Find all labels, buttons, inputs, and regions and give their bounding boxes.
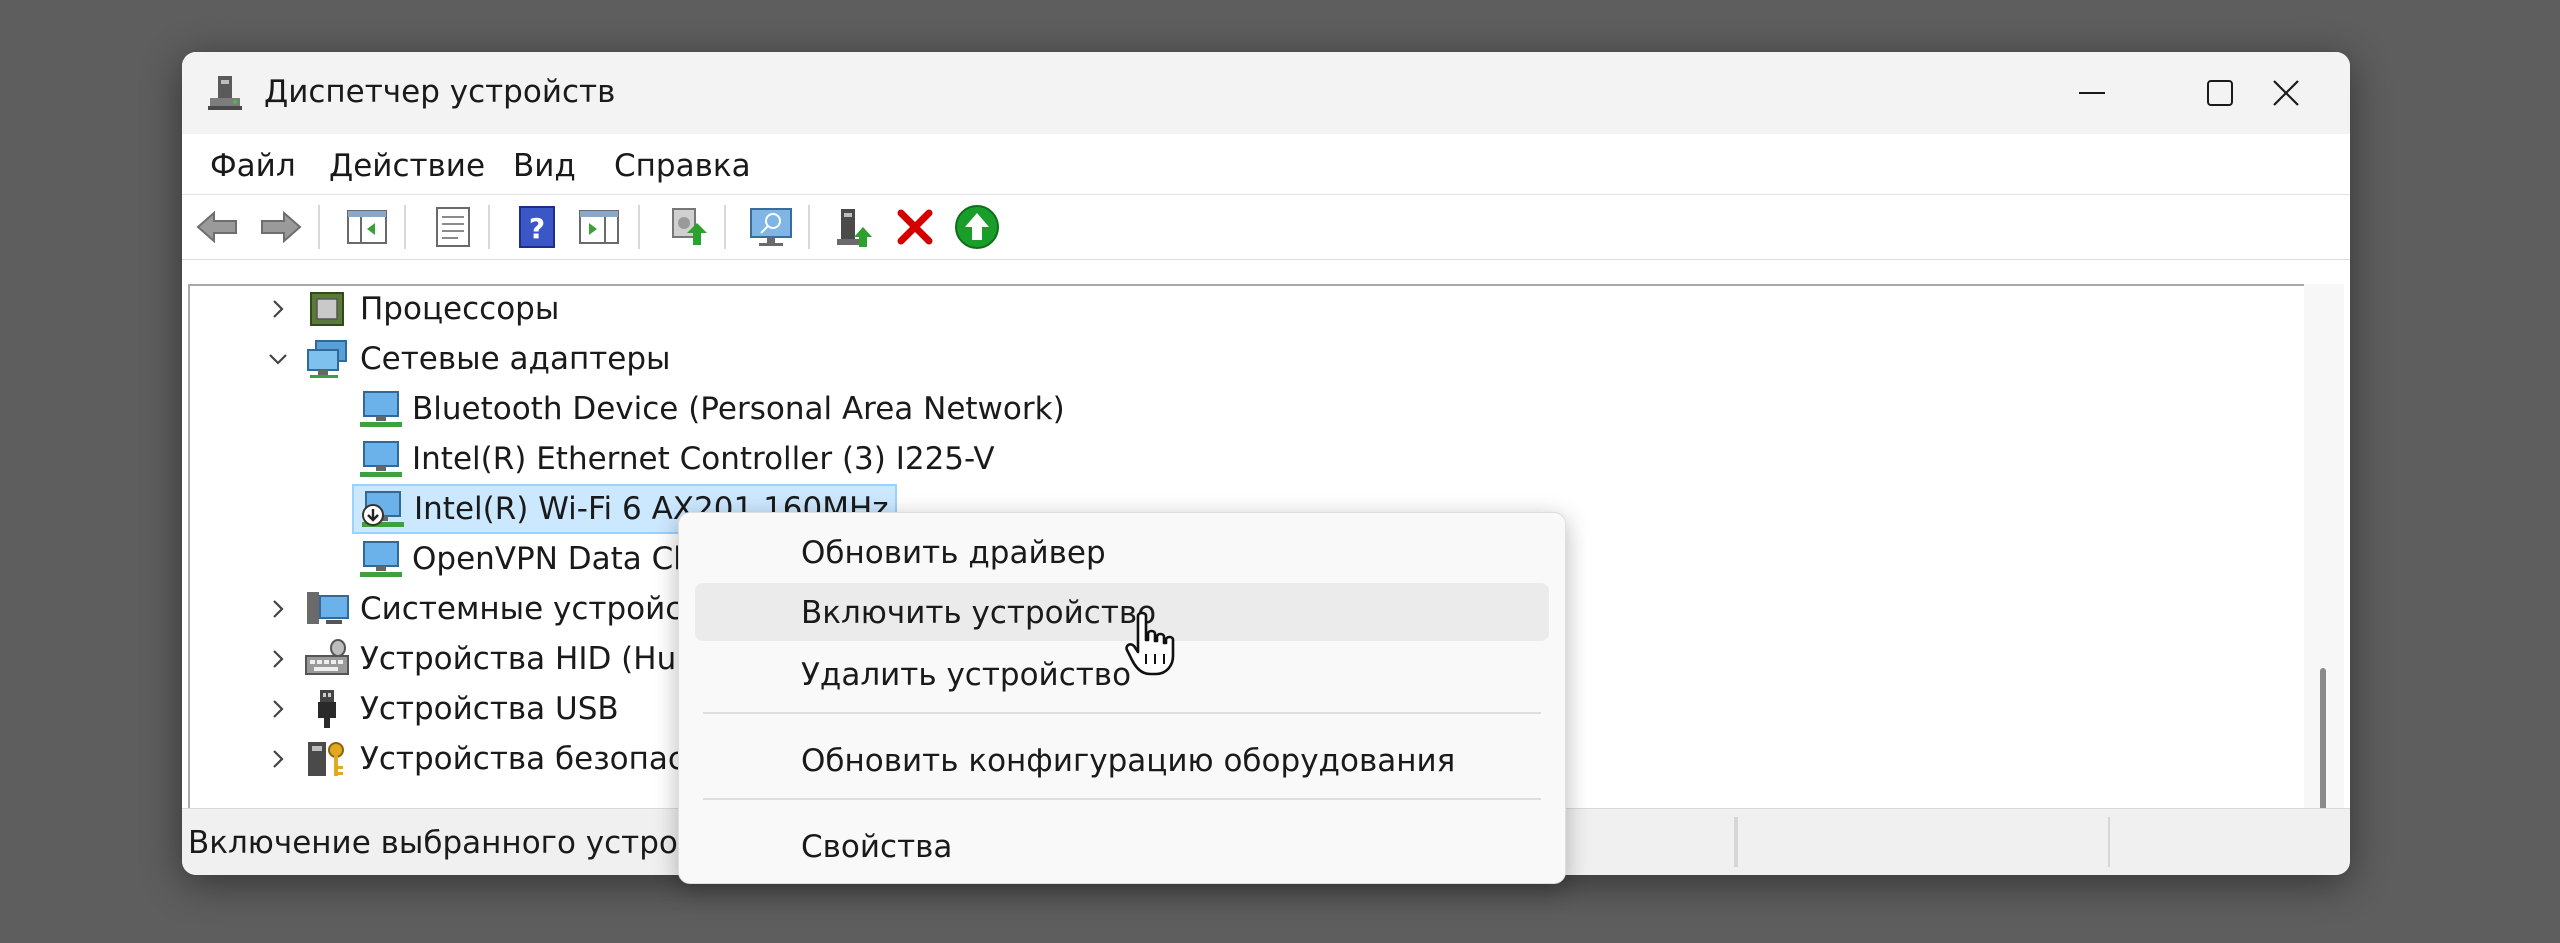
toolbar-separator xyxy=(638,205,640,249)
chevron-down-icon[interactable] xyxy=(266,347,290,371)
tree-row-ethernet-controller[interactable]: Intel(R) Ethernet Controller (3) I225-V xyxy=(356,436,995,482)
tree-row-network-adapters[interactable]: Сетевые адаптеры xyxy=(190,336,1090,382)
menu-item-label: Удалить устройство xyxy=(801,657,1132,693)
disabled-network-adapter-icon xyxy=(362,491,404,527)
properties-sheet-icon xyxy=(436,207,470,247)
network-adapter-icon xyxy=(360,441,402,477)
close-icon xyxy=(2273,80,2299,106)
menu-item-uninstall-device[interactable]: Удалить устройство xyxy=(695,645,1549,703)
usb-plug-icon xyxy=(318,690,336,728)
menu-item-enable-device[interactable]: Включить устройство xyxy=(695,583,1549,641)
tree-row-label: Intel(R) Ethernet Controller (3) I225-V xyxy=(412,441,995,477)
svg-text:?: ? xyxy=(529,212,545,245)
toolbar-separator xyxy=(488,205,490,249)
monitor-scan-icon xyxy=(750,208,792,246)
processor-icon xyxy=(310,292,344,326)
menu-item-label: Включить устройство xyxy=(801,595,1157,631)
forward-arrow-icon xyxy=(261,210,302,244)
console-tree-icon xyxy=(347,210,387,244)
hid-keyboard-icon xyxy=(305,639,349,675)
context-menu: Обновить драйвер Включить устройство Уда… xyxy=(678,512,1566,884)
delete-x-icon xyxy=(897,209,933,245)
green-up-arrow-icon xyxy=(955,205,999,249)
menu-action[interactable]: Действие xyxy=(329,148,485,184)
menu-bar: Файл Действие Вид Справка xyxy=(182,134,2350,195)
menu-item-label: Свойства xyxy=(801,829,953,865)
scrollbar-thumb[interactable] xyxy=(2320,668,2326,814)
chevron-right-icon[interactable] xyxy=(266,597,290,621)
update-driver-icon xyxy=(672,208,707,245)
tree-row-usb-devices[interactable]: Устройства USB xyxy=(190,686,619,732)
status-separator xyxy=(2108,817,2110,867)
menu-item-properties[interactable]: Свойства xyxy=(695,817,1549,875)
enable-device-icon xyxy=(837,209,872,247)
back-arrow-icon xyxy=(196,210,237,244)
chevron-right-icon[interactable] xyxy=(266,647,290,671)
menu-separator xyxy=(703,798,1541,800)
forward-button[interactable] xyxy=(256,202,306,252)
system-devices-icon xyxy=(307,592,349,624)
update-driver-button[interactable] xyxy=(662,202,712,252)
toolbar-separator xyxy=(318,205,320,249)
minimize-button[interactable] xyxy=(2028,52,2156,134)
toolbar: ? xyxy=(182,195,2350,260)
show-hide-console-tree-button[interactable] xyxy=(342,202,392,252)
scan-hardware-button[interactable] xyxy=(746,202,796,252)
tree-row-label: Устройства USB xyxy=(360,691,619,727)
chevron-right-icon[interactable] xyxy=(266,697,290,721)
action-pane-button[interactable] xyxy=(574,202,624,252)
status-separator xyxy=(1736,817,1738,867)
tree-row-label: Bluetooth Device (Personal Area Network) xyxy=(412,391,1065,427)
properties-button[interactable] xyxy=(428,202,478,252)
menu-view[interactable]: Вид xyxy=(513,148,576,184)
toolbar-separator xyxy=(808,205,810,249)
menu-file[interactable]: Файл xyxy=(210,148,296,184)
network-adapter-icon xyxy=(307,340,347,378)
menu-help[interactable]: Справка xyxy=(614,148,751,184)
tree-row-label: Сетевые адаптеры xyxy=(360,341,671,377)
minimize-icon xyxy=(2079,92,2105,94)
network-adapter-icon xyxy=(360,541,402,577)
menu-item-label: Обновить конфигурацию оборудования xyxy=(801,743,1456,779)
uninstall-device-button[interactable] xyxy=(890,202,940,252)
tree-row-label: Процессоры xyxy=(360,291,560,327)
menu-item-scan-hardware[interactable]: Обновить конфигурацию оборудования xyxy=(695,731,1549,789)
network-adapter-icon xyxy=(360,391,402,427)
tree-row-processors[interactable]: Процессоры xyxy=(190,286,1090,332)
close-button[interactable] xyxy=(2222,52,2350,134)
tree-row-bluetooth-device[interactable]: Bluetooth Device (Personal Area Network) xyxy=(356,386,1065,432)
menu-item-label: Обновить драйвер xyxy=(801,535,1106,571)
tree-row-system-devices[interactable]: Системные устройства xyxy=(190,586,738,632)
menu-separator xyxy=(703,712,1541,714)
menu-item-update-driver[interactable]: Обновить драйвер xyxy=(695,523,1549,581)
add-legacy-hardware-button[interactable] xyxy=(830,202,880,252)
action-pane-icon xyxy=(579,210,619,244)
back-button[interactable] xyxy=(192,202,242,252)
enable-device-button[interactable] xyxy=(952,202,1002,252)
chevron-right-icon[interactable] xyxy=(266,747,290,771)
help-question-icon: ? xyxy=(519,206,555,248)
chevron-right-icon[interactable] xyxy=(266,297,290,321)
device-manager-icon xyxy=(208,76,242,110)
toolbar-separator xyxy=(724,205,726,249)
hand-pointer-cursor-icon xyxy=(1125,611,1175,676)
toolbar-separator xyxy=(404,205,406,249)
title-bar[interactable]: Диспетчер устройств xyxy=(182,52,2350,134)
security-key-icon xyxy=(308,742,344,776)
window-title: Диспетчер устройств xyxy=(264,74,616,110)
vertical-scrollbar[interactable] xyxy=(2304,284,2344,814)
help-button[interactable]: ? xyxy=(512,202,562,252)
